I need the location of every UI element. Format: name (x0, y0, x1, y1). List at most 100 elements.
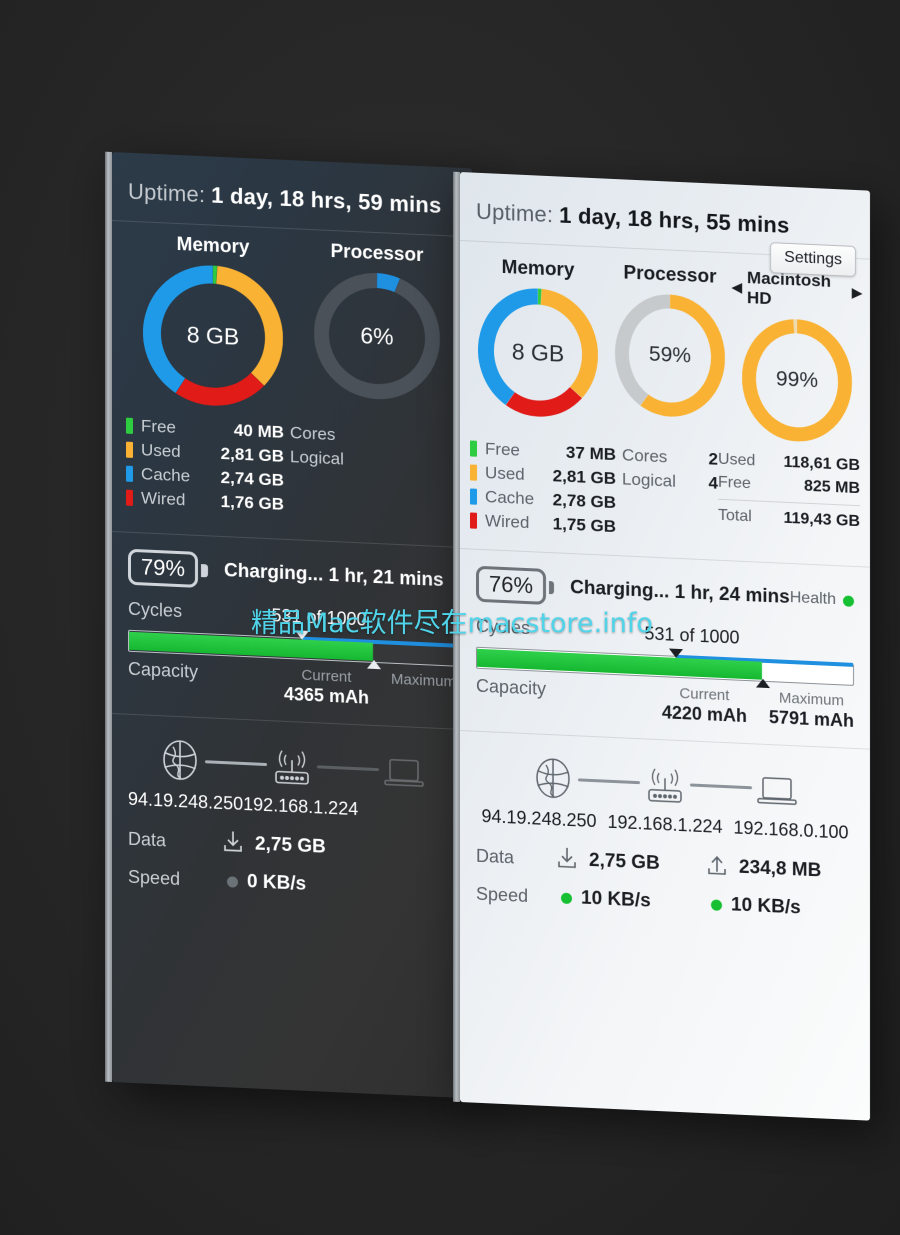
legend-label: Used (485, 463, 525, 484)
legend-value: 37 MB (565, 442, 616, 465)
legend-value: 2,78 GB (552, 490, 616, 513)
processor-center-label: 59% (648, 342, 692, 368)
capacity-marker-icon (756, 678, 771, 689)
upload-data-row (338, 829, 456, 872)
gauges-row-dark: Memory 8 GB Processor 6% (112, 221, 472, 417)
upload-speed: 10 KB/s (731, 894, 801, 919)
capacity-marker-icon (367, 659, 381, 670)
light-panel-body: Uptime: 1 day, 18 hrs, 55 mins Settings … (460, 172, 870, 1121)
used-swatch-icon (126, 441, 133, 458)
battery-percent-badge[interactable]: 79% (128, 548, 199, 588)
disk-next-arrow-icon[interactable]: ▶ (852, 285, 862, 301)
cache-swatch-icon (126, 465, 133, 482)
download-column: 2,75 GB 0 KB/s (220, 824, 338, 905)
panel-left-edge (105, 151, 112, 1082)
cache-swatch-icon (470, 488, 477, 505)
current-value: 4365 mAh (283, 683, 369, 708)
battery-health: Health (790, 589, 854, 610)
screenshot-stage: Uptime: 1 day, 18 hrs, 59 mins Memory 8 … (0, 0, 900, 1235)
network-section-light: 94.19.248.250 192.168.1.224 192.168.0.10… (460, 731, 870, 931)
laptop-icon (379, 744, 429, 796)
used-swatch-icon (470, 464, 477, 481)
legend-value: 2,81 GB (220, 443, 284, 466)
processor-title: Processor (623, 262, 717, 288)
disk-free-label: Free (718, 473, 751, 493)
light-widget-panel: Uptime: 1 day, 18 hrs, 55 mins Settings … (453, 171, 870, 1121)
battery-nub-icon (201, 563, 209, 577)
link-line-1 (578, 777, 640, 784)
memory-center-label: 8 GB (511, 337, 565, 367)
memory-title: Memory (501, 256, 575, 282)
maximum-capacity-cell: Maximum (391, 671, 456, 713)
upload-column (338, 829, 456, 910)
disk-total-label: Total (718, 506, 752, 526)
health-status-dot-icon (843, 594, 854, 607)
disk-prev-arrow-icon[interactable]: ◀ (732, 279, 742, 295)
memory-donut-dark: 8 GB (143, 262, 283, 408)
cycles-marker-icon (669, 648, 684, 659)
disk-gauge-group: ◀ Macintosh HD ▶ 99% (732, 267, 862, 444)
disk-center-label: 99% (775, 367, 819, 393)
legend-label: Free (485, 439, 520, 460)
memory-center-label: 8 GB (186, 320, 240, 350)
legend-value: 2,74 GB (220, 467, 284, 490)
download-activity-dot-icon (227, 875, 238, 888)
upload-icon (704, 851, 730, 883)
network-section-dark: 94.19.248.250 192.168.1.224 Data Speed 2… (112, 714, 472, 911)
processor-title: Processor (330, 240, 424, 267)
legends-row-dark: Free 40 MB Used 2,81 GB Cache 2,74 GB Wi… (112, 401, 472, 525)
maximum-capacity-cell: Maximum 5791 mAh (769, 689, 854, 732)
upload-data: 234,8 MB (739, 856, 822, 882)
memory-gauge-group: Memory 8 GB (124, 232, 302, 410)
legend-label: Cache (485, 487, 535, 509)
memory-legend-light: Free 37 MB Used 2,81 GB Cache 2,78 GB Wi… (470, 436, 616, 539)
disk-total-row: Total 119,43 GB (718, 504, 860, 533)
capacity-label: Capacity (476, 675, 547, 699)
memory-donut-light: 8 GB (478, 286, 598, 419)
download-speed: 10 KB/s (581, 887, 651, 912)
upload-speed-row (338, 867, 456, 910)
battery-percent-badge[interactable]: 76% (476, 565, 547, 605)
link-line-2 (690, 782, 752, 789)
legend-label: Cache (141, 464, 191, 486)
download-icon (220, 827, 246, 859)
maximum-title: Maximum (390, 670, 456, 691)
data-label: Data (476, 845, 515, 868)
processor-donut-dark: 6% (314, 270, 440, 402)
upload-activity-dot-icon (711, 898, 722, 911)
upload-speed-row: 10 KB/s (704, 885, 854, 930)
network-row-labels: Data Speed (476, 837, 554, 917)
download-speed-row: 0 KB/s (220, 862, 338, 905)
legend-value: 2,81 GB (552, 466, 616, 489)
download-speed-row: 10 KB/s (554, 878, 704, 923)
current-capacity-cell: Current 4220 mAh (662, 684, 747, 727)
memory-title: Memory (176, 233, 250, 259)
download-data: 2,75 GB (589, 849, 660, 875)
battery-percent-label: 76% (489, 571, 534, 599)
processor-donut-light: 59% (615, 292, 725, 419)
battery-percent-label: 79% (141, 554, 186, 582)
free-swatch-icon (126, 417, 133, 434)
settings-button[interactable]: Settings (770, 242, 856, 278)
processor-gauge-group: Processor 59% (608, 262, 732, 439)
uptime-label: Uptime: (128, 178, 206, 208)
watermark-text: 精品Mac软件尽在macstore.info (251, 608, 653, 639)
memory-gauge-group: Memory 8 GB (468, 255, 608, 432)
maximum-value: 5791 mAh (768, 707, 854, 731)
legend-label: Wired (485, 511, 530, 533)
capacity-values: Current 4220 mAh Maximum 5791 mAh (546, 679, 854, 732)
health-label: Health (789, 589, 836, 609)
network-stats-light: Data Speed 2,75 GB 10 KB/s 234,8 MB 10 K… (476, 827, 854, 930)
download-icon (554, 844, 580, 876)
logical-row: Logical 4 (622, 467, 718, 495)
disk-free-value: 825 MB (803, 477, 860, 498)
network-row-labels: Data Speed (128, 820, 220, 900)
disk-donut-light: 99% (742, 317, 852, 444)
processor-center-label: 6% (360, 321, 394, 350)
legend-value: 1,75 GB (552, 514, 616, 537)
current-capacity-cell: Current 4365 mAh (284, 666, 369, 709)
legend-label: Used (141, 440, 181, 462)
router-icon (267, 739, 317, 791)
processor-legend-dark: Cores Logical (284, 421, 394, 522)
capacity-values: Current 4365 mAh Maximum (198, 662, 456, 713)
